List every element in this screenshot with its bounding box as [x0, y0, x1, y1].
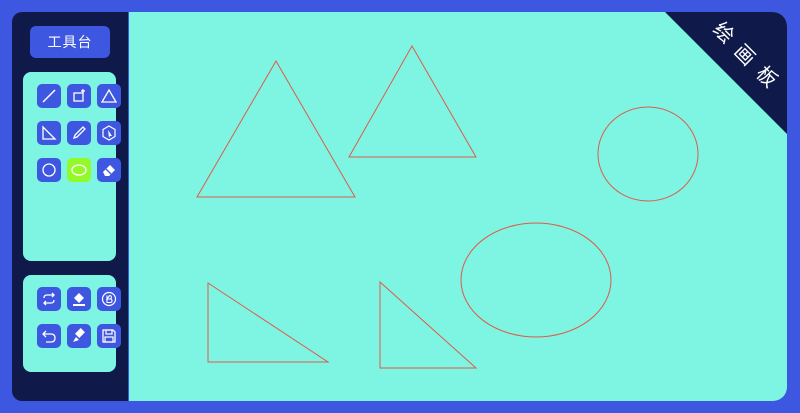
save-button[interactable] — [97, 324, 121, 348]
clear-button[interactable] — [67, 324, 91, 348]
eraser-icon — [103, 165, 115, 176]
toolbar-sidebar: 工具台 — [12, 12, 128, 401]
ellipse-tool-button[interactable] — [67, 158, 91, 182]
undo-button[interactable] — [37, 324, 61, 348]
border-button[interactable] — [97, 287, 121, 311]
toolbar-title: 工具台 — [30, 26, 110, 58]
ellipse-icon — [71, 164, 87, 176]
line-icon — [42, 89, 56, 103]
drawing-canvas[interactable]: 绘 画 板 — [129, 12, 787, 401]
ellipse-shape[interactable] — [460, 222, 612, 338]
repeat-icon — [43, 292, 55, 306]
undo-icon — [42, 330, 56, 343]
circle-tool-button[interactable] — [37, 158, 61, 182]
letter-b-icon — [101, 291, 117, 307]
triangle-shape[interactable] — [348, 44, 477, 158]
right-triangle-shape[interactable] — [207, 282, 330, 363]
circle-icon — [42, 163, 56, 177]
pencil-tool-button[interactable] — [67, 121, 91, 145]
line-tool-button[interactable] — [37, 84, 61, 108]
right-triangle-icon — [42, 125, 57, 140]
eraser-tool-button[interactable] — [97, 158, 121, 182]
rectangle-tool-button[interactable] — [67, 84, 91, 108]
cursor-icon — [102, 125, 116, 141]
redo-button[interactable] — [37, 287, 61, 311]
triangle-shape[interactable] — [196, 60, 356, 198]
brush-icon — [73, 328, 85, 342]
rectangle-icon — [73, 89, 85, 102]
pencil-icon — [72, 126, 86, 140]
fill-button[interactable] — [67, 287, 91, 311]
triangle-icon — [101, 88, 117, 103]
drawing-tools-panel — [23, 72, 121, 261]
select-tool-button[interactable] — [97, 121, 121, 145]
triangle-tool-button[interactable] — [97, 84, 121, 108]
right-triangle-tool-button[interactable] — [37, 121, 61, 145]
actions-panel — [23, 275, 121, 372]
right-triangle-shape[interactable] — [379, 280, 478, 369]
save-icon — [102, 329, 116, 343]
paint-bucket-icon — [73, 293, 85, 306]
